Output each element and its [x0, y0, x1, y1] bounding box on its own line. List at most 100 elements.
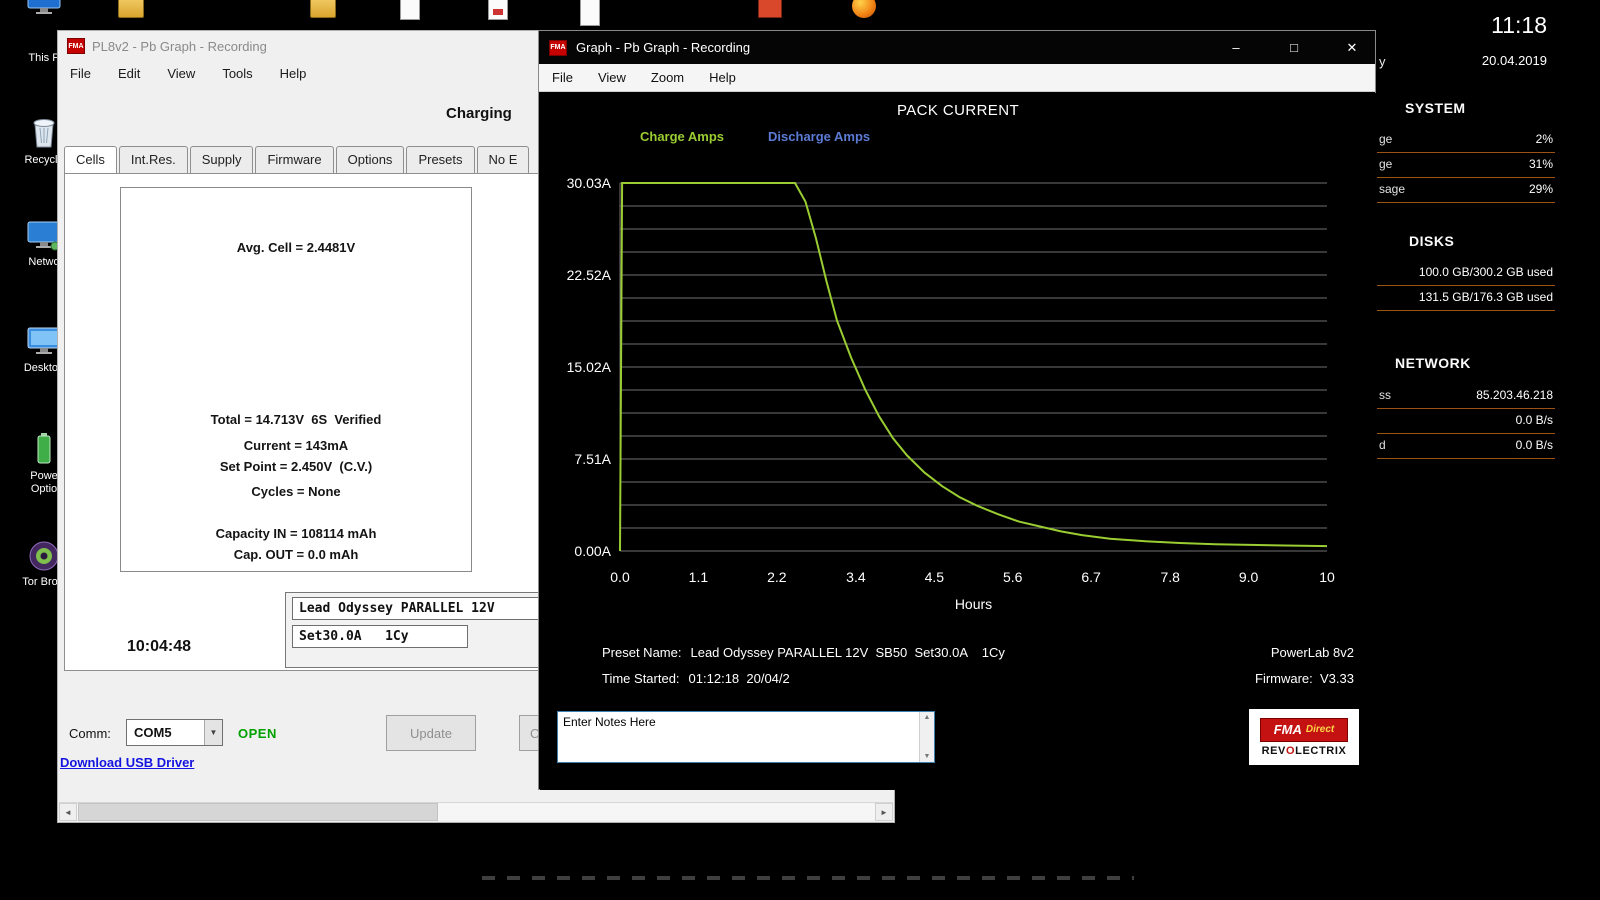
svg-text:7.8: 7.8 [1160, 569, 1180, 585]
tab-no-e[interactable]: No E [477, 146, 530, 173]
menu-tools[interactable]: Tools [222, 66, 252, 81]
menu-file[interactable]: File [70, 66, 91, 81]
menu-view[interactable]: View [167, 66, 195, 81]
network-section-title: NETWORK [1395, 355, 1471, 371]
svg-text:0.00A: 0.00A [574, 543, 611, 559]
window-title: PL8v2 - Pb Graph - Recording [92, 39, 267, 54]
device-name: PowerLab 8v2 [1271, 645, 1354, 660]
preset-name-label: Preset Name: [602, 645, 681, 660]
logo-direct-text: Direct [1306, 724, 1334, 735]
horizontal-scrollbar[interactable]: ◄ ► [59, 802, 893, 820]
document-icon[interactable] [400, 0, 420, 20]
firmware-info: Firmware: V3.33 [1255, 671, 1354, 686]
firmware-value: V3.33 [1320, 671, 1354, 686]
computer-icon [26, 0, 62, 16]
svg-text:10: 10 [1319, 569, 1335, 585]
total-voltage: Total = 14.713V 6S Verified [121, 412, 471, 427]
comm-label: Comm: [69, 726, 111, 741]
download-usb-driver-link[interactable]: Download USB Driver [60, 755, 194, 770]
chart-area: PACK CURRENT Charge Amps Discharge Amps … [540, 93, 1376, 790]
preset-settings-row: Set30.0A 1Cy [292, 625, 468, 648]
minimize-icon[interactable]: – [1213, 31, 1259, 64]
system-row: sage 29% [1377, 178, 1555, 203]
system-section-title: SYSTEM [1405, 100, 1466, 116]
close-icon[interactable]: ✕ [1329, 31, 1375, 64]
cycles-value: Cycles = None [121, 484, 471, 499]
tab-bar: Cells Int.Res. Supply Firmware Options P… [64, 146, 531, 173]
notes-input[interactable]: Enter Notes Here [558, 712, 934, 762]
firmware-label: Firmware: [1255, 671, 1313, 686]
graph-menubar: File View Zoom Help [539, 64, 1375, 92]
scroll-right-icon[interactable]: ► [875, 803, 893, 821]
menu-file[interactable]: File [552, 70, 573, 85]
disk-row: 100.0 GB/300.2 GB used [1377, 261, 1555, 286]
window-controls: – □ ✕ [1201, 31, 1375, 64]
chevron-down-icon[interactable]: ▼ [204, 720, 222, 745]
fma-direct-logo: FMA Direct REVOLECTRIX [1249, 709, 1359, 765]
network-rows: ss 85.203.46.218 0.0 B/s d 0.0 B/s [1377, 384, 1555, 459]
menu-edit[interactable]: Edit [118, 66, 140, 81]
notes-scrollbar[interactable]: ▲ ▼ [919, 712, 934, 762]
comm-status: OPEN [238, 726, 277, 741]
tab-int-res[interactable]: Int.Res. [119, 146, 188, 173]
svg-text:0.0: 0.0 [610, 569, 630, 585]
app-icon-fma: FMA [67, 38, 85, 54]
set-point-value: Set Point = 2.450V (C.V.) [121, 459, 471, 474]
disks-section-title: DISKS [1409, 233, 1454, 249]
time-info-line: Time Started: 01:12:18 20/04/2 Firmware:… [540, 671, 1376, 686]
taskbar-hint-dashes [482, 876, 1134, 880]
avg-cell-value: Avg. Cell = 2.4481V [121, 240, 471, 255]
system-row: ge 31% [1377, 153, 1555, 178]
svg-text:9.0: 9.0 [1239, 569, 1259, 585]
date: 20.04.2019 [1482, 53, 1547, 68]
scroll-left-icon[interactable]: ◄ [59, 803, 77, 821]
network-row: 0.0 B/s [1377, 409, 1555, 434]
tab-presets[interactable]: Presets [406, 146, 474, 173]
notes-box: Enter Notes Here ▲ ▼ [557, 711, 935, 763]
menu-help[interactable]: Help [280, 66, 307, 81]
svg-text:1.1: 1.1 [689, 569, 709, 585]
document-icon[interactable] [580, 0, 600, 26]
status-heading: Charging [446, 105, 512, 122]
elapsed-time: 10:04:48 [127, 638, 191, 656]
current-value: Current = 143mA [121, 438, 471, 453]
tab-options[interactable]: Options [336, 146, 405, 173]
cell-info-box: Avg. Cell = 2.4481V Total = 14.713V 6S V… [120, 187, 472, 572]
document-icon[interactable] [488, 0, 508, 20]
time-started-value: 01:12:18 20/04/2 [689, 671, 790, 686]
tab-supply[interactable]: Supply [190, 146, 254, 173]
svg-text:Hours: Hours [955, 596, 992, 612]
network-row: ss 85.203.46.218 [1377, 384, 1555, 409]
date-fragment: y [1379, 54, 1386, 69]
logo-fma-text: FMA [1274, 722, 1302, 737]
tab-cells[interactable]: Cells [64, 146, 117, 173]
svg-text:22.52A: 22.52A [567, 267, 612, 283]
desktop: This P Recycle Netwo Desktop Powe O [0, 0, 1600, 900]
folder-icon[interactable] [118, 0, 144, 18]
scrollbar-thumb[interactable] [78, 803, 438, 821]
folder-icon[interactable] [310, 0, 336, 18]
svg-text:2.2: 2.2 [767, 569, 787, 585]
window-title: Graph - Pb Graph - Recording [576, 40, 1192, 55]
recycle-bin-icon [29, 114, 59, 150]
scroll-up-icon[interactable]: ▲ [924, 714, 931, 721]
comm-port-select[interactable]: COM5 ▼ [126, 719, 223, 746]
update-button[interactable]: Update [386, 715, 476, 751]
browser-icon[interactable] [852, 0, 876, 18]
menu-help[interactable]: Help [709, 70, 736, 85]
graph-window: FMA Graph - Pb Graph - Recording – □ ✕ F… [538, 30, 1376, 790]
maximize-icon[interactable]: □ [1271, 31, 1317, 64]
menu-view[interactable]: View [598, 70, 626, 85]
preset-name-value: Lead Odyssey PARALLEL 12V SB50 Set30.0A … [690, 645, 1004, 660]
tor-browser-icon [27, 538, 61, 574]
battery-icon [30, 432, 58, 466]
menu-zoom[interactable]: Zoom [651, 70, 684, 85]
system-rows: ge 2% ge 31% sage 29% [1377, 128, 1555, 203]
scroll-down-icon[interactable]: ▼ [924, 753, 931, 760]
disk-rows: 100.0 GB/300.2 GB used 131.5 GB/176.3 GB… [1377, 261, 1555, 311]
graph-titlebar[interactable]: FMA Graph - Pb Graph - Recording – □ ✕ [539, 31, 1375, 64]
svg-text:15.02A: 15.02A [567, 359, 612, 375]
app-icon-red[interactable] [758, 0, 782, 18]
tab-firmware[interactable]: Firmware [255, 146, 333, 173]
pack-current-chart: 30.03A22.52A15.02A7.51A0.00A0.01.12.23.4… [540, 93, 1376, 613]
